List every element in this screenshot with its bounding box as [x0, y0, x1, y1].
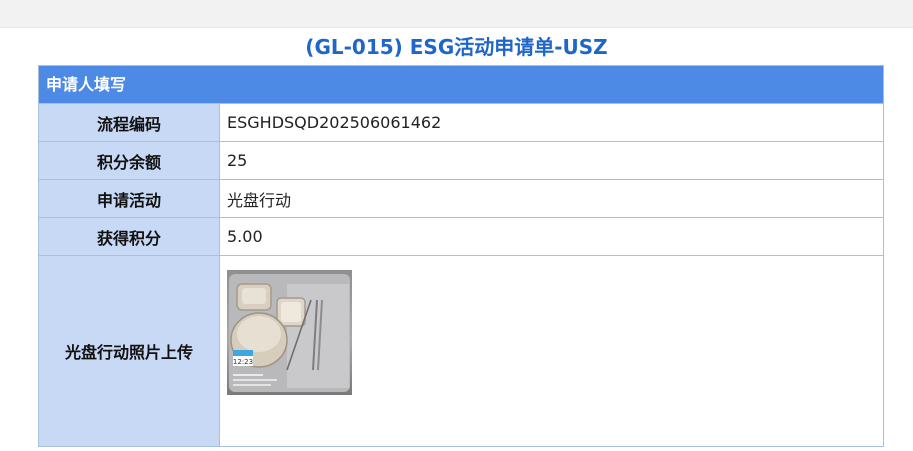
- section-header-applicant: 申请人填写: [39, 66, 883, 104]
- field-row-points-balance: 积分余额 25: [39, 142, 883, 180]
- browser-top-strip: [0, 0, 913, 28]
- field-label: 申请活动: [39, 180, 220, 217]
- field-row-points-earned: 获得积分 5.00: [39, 218, 883, 256]
- tray-with-bowls-image: 12:23: [229, 274, 350, 392]
- field-label: 积分余额: [39, 142, 220, 179]
- field-label: 流程编码: [39, 104, 220, 141]
- field-row-activity: 申请活动 光盘行动: [39, 180, 883, 218]
- uploaded-photo-thumbnail[interactable]: 12:23: [227, 270, 352, 395]
- field-value-activity: 光盘行动: [227, 190, 292, 210]
- field-label: 光盘行动照片上传: [39, 256, 220, 446]
- photo-time-stamp: 12:23: [233, 358, 253, 366]
- page-title: (GL-015) ESG活动申请单-USZ: [305, 35, 608, 59]
- field-row-photo-upload: 光盘行动照片上传 12:23: [39, 256, 883, 446]
- field-value-process-code: ESGHDSQD202506061462: [227, 113, 442, 132]
- field-value-points-balance: 25: [227, 151, 248, 170]
- field-row-process-code: 流程编码 ESGHDSQD202506061462: [39, 104, 883, 142]
- field-value-points-earned: 5.00: [227, 227, 263, 246]
- application-form: 申请人填写 流程编码 ESGHDSQD202506061462 积分余额 25 …: [38, 65, 884, 447]
- photo-upload-area: 12:23: [220, 256, 883, 446]
- field-label: 获得积分: [39, 218, 220, 255]
